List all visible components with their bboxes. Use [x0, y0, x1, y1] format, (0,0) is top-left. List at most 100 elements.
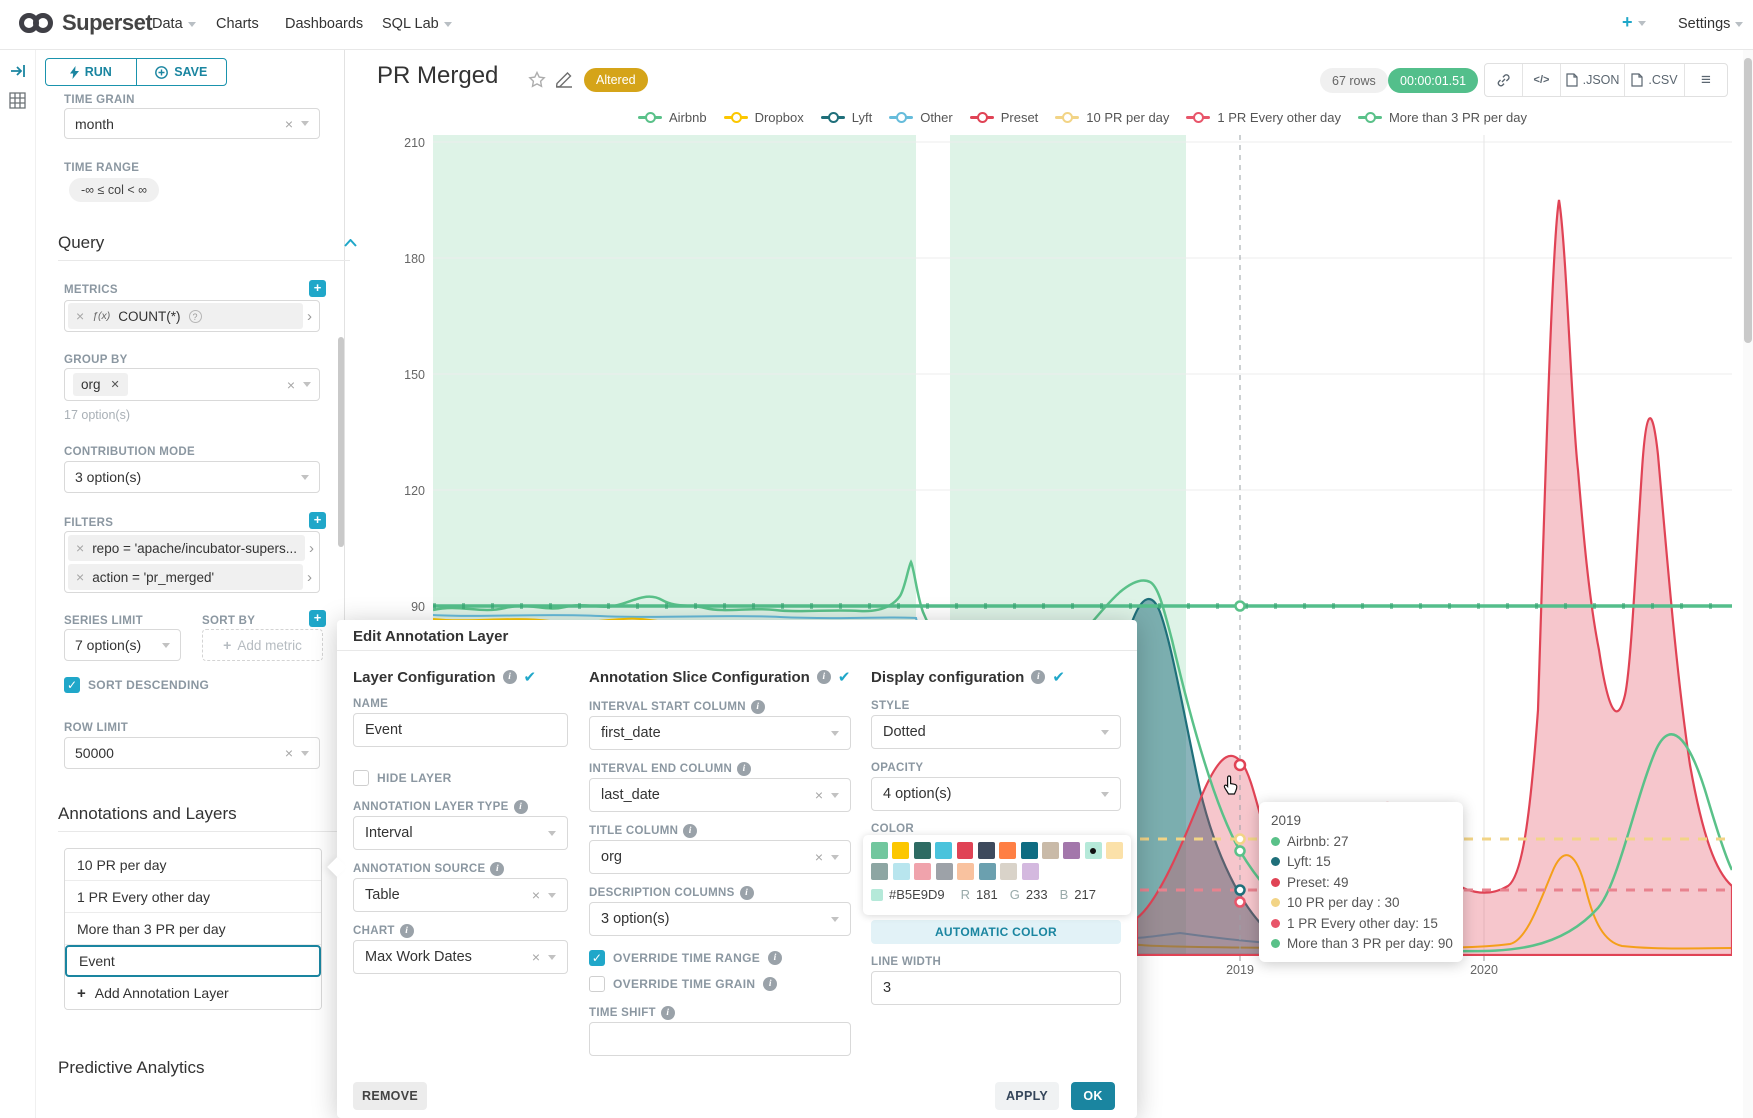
legend-item[interactable]: 10 PR per day [1055, 110, 1169, 125]
line-width-input[interactable]: 3 [871, 971, 1121, 1005]
contribution-mode-select[interactable]: 3 option(s) [64, 461, 320, 493]
color-swatch[interactable] [979, 863, 996, 880]
add-new-button[interactable]: + [1622, 12, 1646, 33]
color-swatch[interactable] [978, 842, 995, 859]
ok-button[interactable]: OK [1071, 1082, 1115, 1110]
b-value[interactable]: 217 [1074, 887, 1096, 902]
add-metric-button[interactable]: + [309, 280, 326, 297]
export-json-button[interactable]: .JSON [1561, 64, 1625, 96]
expand-panel-icon[interactable] [9, 62, 27, 80]
override-time-grain-checkbox[interactable]: OVERRIDE TIME GRAINi [589, 976, 777, 992]
favorite-star-icon[interactable] [528, 71, 546, 89]
annotation-source-select[interactable]: Table× [353, 878, 568, 912]
nav-charts[interactable]: Charts [216, 16, 259, 32]
clear-icon[interactable]: × [815, 849, 823, 865]
sidebar-scrollbar[interactable] [338, 337, 344, 547]
name-input[interactable]: Event [353, 713, 568, 747]
caret-down-icon[interactable] [831, 855, 839, 860]
legend-item[interactable]: Dropbox [724, 110, 804, 125]
annotation-layer-item-selected[interactable]: Event [65, 945, 321, 977]
title-column-select[interactable]: org× [589, 840, 851, 874]
legend-item[interactable]: 1 PR Every other day [1186, 110, 1341, 125]
chart-select[interactable]: Max Work Dates× [353, 940, 568, 974]
embed-code-button[interactable]: </> [1523, 64, 1561, 96]
clear-icon[interactable]: × [532, 887, 540, 903]
color-swatch[interactable] [935, 842, 952, 859]
caret-down-icon[interactable] [831, 731, 839, 736]
color-swatch[interactable] [893, 863, 910, 880]
chart-menu-button[interactable]: ≡ [1685, 64, 1727, 96]
annotation-layer-type-select[interactable]: Interval [353, 816, 568, 850]
color-swatch[interactable] [1000, 863, 1017, 880]
r-value[interactable]: 181 [976, 887, 998, 902]
nav-dashboards[interactable]: Dashboards [285, 16, 363, 32]
color-swatch[interactable] [871, 842, 888, 859]
sort-by-add-metric[interactable]: +Add metric [202, 629, 323, 661]
row-limit-select[interactable]: 50000 × [64, 737, 320, 769]
time-grain-select[interactable]: month × [64, 108, 320, 139]
color-swatch-selected[interactable] [1085, 842, 1102, 859]
altered-badge[interactable]: Altered [584, 68, 648, 92]
color-swatch[interactable] [957, 842, 974, 859]
interval-start-select[interactable]: first_date [589, 716, 851, 750]
legend-item[interactable]: Lyft [821, 110, 872, 125]
annotation-layer-item[interactable]: 1 PR Every other day [65, 881, 321, 913]
caret-down-icon[interactable] [303, 382, 311, 387]
legend-item[interactable]: More than 3 PR per day [1358, 110, 1527, 125]
color-swatch[interactable] [892, 842, 909, 859]
g-value[interactable]: 233 [1026, 887, 1048, 902]
add-annotation-layer[interactable]: + Add Annotation Layer [65, 977, 321, 1009]
clear-icon[interactable]: × [532, 949, 540, 965]
color-swatch[interactable] [1021, 842, 1038, 859]
filter-chip[interactable]: × action = 'pr_merged' [68, 564, 303, 590]
color-swatch[interactable] [914, 842, 931, 859]
hide-layer-checkbox[interactable]: HIDE LAYER [353, 770, 452, 786]
add-filter-button[interactable]: + [309, 512, 326, 529]
hex-value[interactable]: #B5E9D9 [889, 887, 945, 902]
caret-down-icon[interactable] [301, 475, 309, 480]
caret-down-icon[interactable] [548, 955, 556, 960]
remove-icon[interactable]: × [76, 540, 84, 556]
filter-chip[interactable]: × repo = 'apache/incubator-supers... [68, 535, 305, 561]
checkbox-checked-icon[interactable]: ✓ [589, 950, 605, 966]
annotation-layer-item[interactable]: More than 3 PR per day [65, 913, 321, 945]
save-button[interactable]: SAVE [137, 59, 227, 85]
style-select[interactable]: Dotted [871, 715, 1121, 749]
sort-descending-row[interactable]: ✓ SORT DESCENDING [64, 677, 209, 693]
description-columns-select[interactable]: 3 option(s) [589, 902, 851, 936]
caret-down-icon[interactable] [831, 793, 839, 798]
caret-down-icon[interactable] [548, 893, 556, 898]
color-swatch[interactable] [1022, 863, 1039, 880]
remove-icon[interactable]: × [76, 569, 84, 585]
color-swatch[interactable] [1063, 842, 1080, 859]
time-shift-input[interactable] [589, 1022, 851, 1056]
nav-data[interactable]: Data [152, 16, 196, 32]
datasource-grid-icon[interactable] [9, 92, 26, 109]
legend-item[interactable]: Other [889, 110, 953, 125]
caret-down-icon[interactable] [548, 831, 556, 836]
opacity-select[interactable]: 4 option(s) [871, 777, 1121, 811]
metric-chip[interactable]: × ƒ(x) COUNT(*) ? [68, 303, 303, 329]
nav-sql-lab[interactable]: SQL Lab [382, 16, 452, 32]
color-swatch[interactable] [936, 863, 953, 880]
clear-icon[interactable]: × [287, 377, 295, 393]
caret-down-icon[interactable] [162, 643, 170, 648]
settings-menu[interactable]: Settings [1678, 16, 1743, 32]
checkbox-unchecked-icon[interactable] [353, 770, 369, 786]
expand-chip-icon[interactable]: › [307, 308, 312, 325]
series-limit-select[interactable]: 7 option(s) [64, 629, 181, 661]
checkbox-unchecked-icon[interactable] [589, 976, 605, 992]
add-sort-button[interactable]: + [309, 610, 326, 627]
caret-down-icon[interactable] [1101, 730, 1109, 735]
override-time-range-checkbox[interactable]: ✓OVERRIDE TIME RANGEi [589, 950, 782, 966]
window-scrollbar-thumb[interactable] [1744, 58, 1752, 343]
clear-icon[interactable]: × [285, 116, 293, 132]
annotation-layer-item[interactable]: 10 PR per day [65, 849, 321, 881]
interval-end-select[interactable]: last_date× [589, 778, 851, 812]
share-link-button[interactable] [1485, 64, 1523, 96]
edit-pencil-icon[interactable] [556, 71, 573, 88]
remove-icon[interactable]: × [76, 308, 84, 324]
export-csv-button[interactable]: .CSV [1625, 64, 1685, 96]
remove-icon[interactable]: ✕ [111, 378, 120, 391]
remove-button[interactable]: REMOVE [353, 1082, 427, 1110]
